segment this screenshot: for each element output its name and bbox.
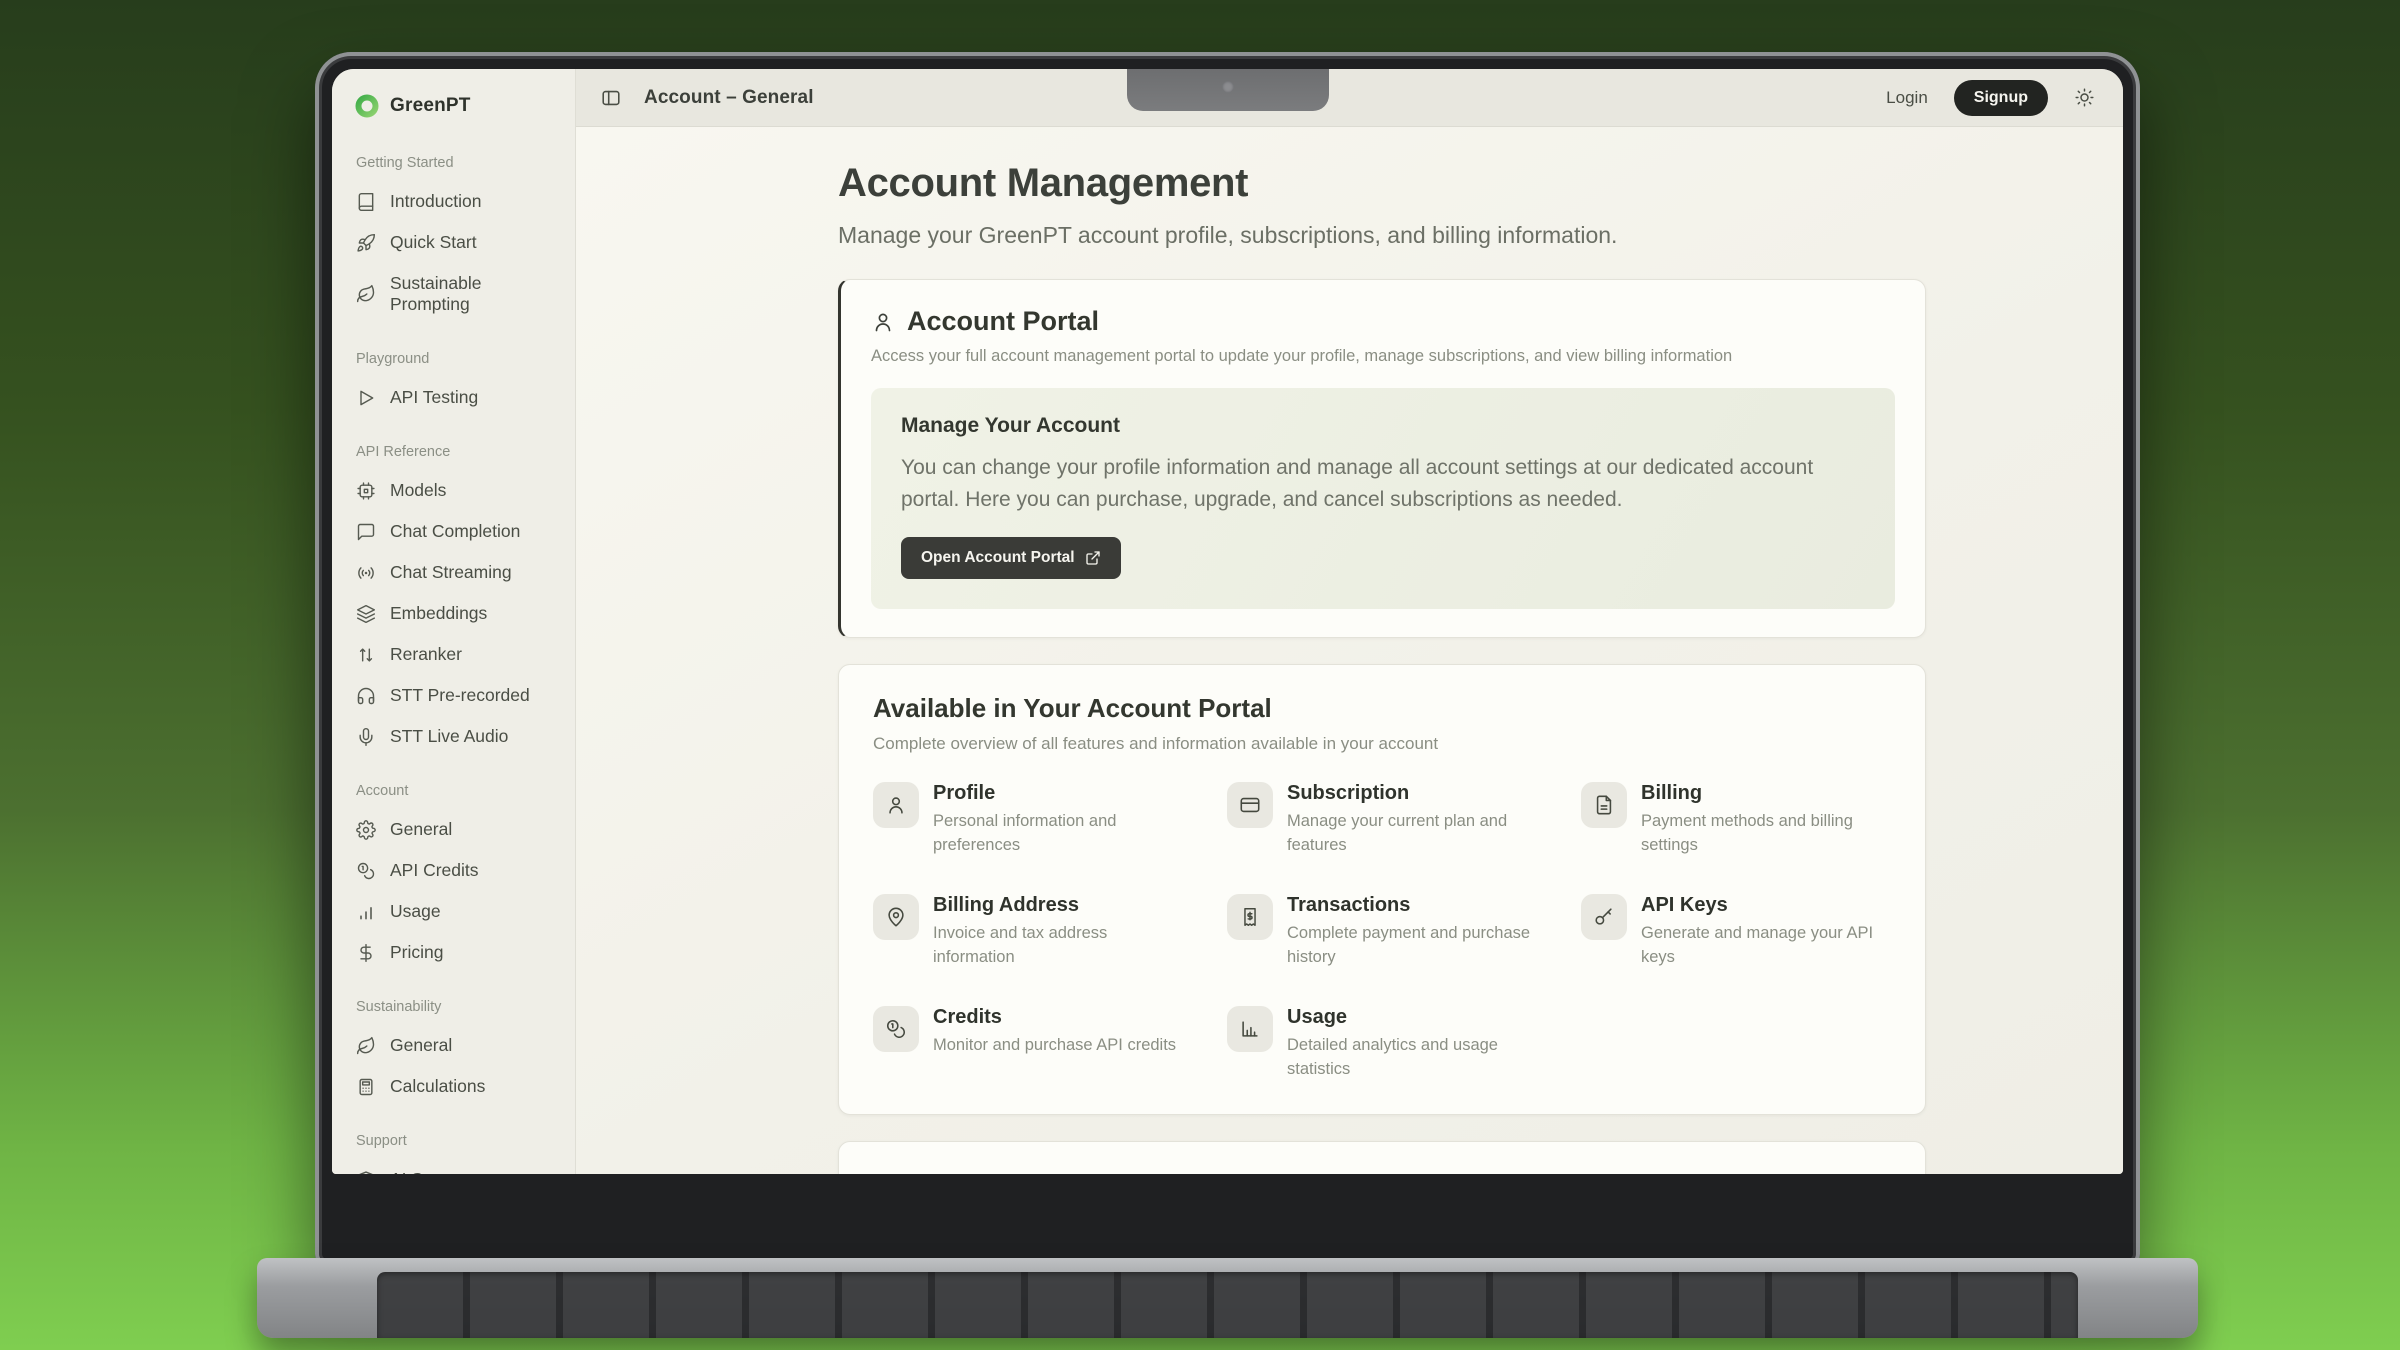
sidebar-item-ai-scan[interactable]: AI Scan bbox=[352, 1159, 559, 1174]
feature-api-keys: API Keys Generate and manage your API ke… bbox=[1581, 894, 1891, 970]
login-link[interactable]: Login bbox=[1886, 88, 1928, 108]
bar-chart-icon bbox=[356, 902, 376, 922]
gear-icon bbox=[356, 820, 376, 840]
play-icon bbox=[356, 388, 376, 408]
subscription-management-title: Subscription Management bbox=[873, 1172, 1891, 1174]
section-sustainability: Sustainability bbox=[356, 999, 559, 1015]
calculator-icon bbox=[356, 1077, 376, 1097]
sidebar-item-chat-completion[interactable]: Chat Completion bbox=[352, 511, 559, 552]
sort-arrows-icon bbox=[356, 645, 376, 665]
sidebar-item-embeddings[interactable]: Embeddings bbox=[352, 593, 559, 634]
sidebar-item-usage[interactable]: Usage bbox=[352, 891, 559, 932]
user-icon bbox=[885, 794, 907, 816]
account-portal-description: Access your full account management port… bbox=[871, 347, 1895, 366]
book-icon bbox=[356, 192, 376, 212]
bar-chart-axis-icon bbox=[1239, 1018, 1261, 1040]
features-card-title: Available in Your Account Portal bbox=[873, 693, 1891, 724]
feature-profile: Profile Personal information and prefere… bbox=[873, 782, 1183, 858]
page-breadcrumb-title: Account – General bbox=[644, 87, 814, 109]
app-window: GreenPT Getting Started Introduction Qui… bbox=[332, 69, 2123, 1174]
laptop-camera bbox=[1222, 81, 1234, 93]
greenpt-ring-logo bbox=[354, 93, 380, 119]
sidebar-item-api-testing[interactable]: API Testing bbox=[352, 377, 559, 418]
theme-toggle-button[interactable] bbox=[2074, 87, 2095, 108]
panel-left-icon bbox=[600, 87, 622, 109]
sidebar-item-pricing[interactable]: Pricing bbox=[352, 932, 559, 973]
sidebar-item-calculations[interactable]: Calculations bbox=[352, 1066, 559, 1107]
laptop-keyboard bbox=[377, 1272, 2078, 1338]
shield-icon bbox=[356, 1170, 376, 1175]
subscription-management-card: Subscription Management bbox=[838, 1141, 1926, 1174]
sidebar-item-quick-start[interactable]: Quick Start bbox=[352, 222, 559, 263]
sidebar-item-reranker[interactable]: Reranker bbox=[352, 634, 559, 675]
receipt-icon bbox=[1239, 906, 1261, 928]
section-getting-started: Getting Started bbox=[356, 155, 559, 171]
laptop-mockup: GreenPT Getting Started Introduction Qui… bbox=[315, 52, 2140, 1266]
leaf-icon bbox=[356, 1036, 376, 1056]
sidebar-item-stt-prerecorded[interactable]: STT Pre-recorded bbox=[352, 675, 559, 716]
brand-name: GreenPT bbox=[390, 95, 471, 117]
sidebar-item-chat-streaming[interactable]: Chat Streaming bbox=[352, 552, 559, 593]
open-account-portal-button[interactable]: Open Account Portal bbox=[901, 537, 1121, 579]
account-portal-card: Account Portal Access your full account … bbox=[838, 279, 1926, 638]
key-icon bbox=[1593, 906, 1615, 928]
sun-icon bbox=[2074, 87, 2095, 108]
broadcast-icon bbox=[356, 563, 376, 583]
available-features-card: Available in Your Account Portal Complet… bbox=[838, 664, 1926, 1115]
section-support: Support bbox=[356, 1133, 559, 1149]
feature-transactions: Transactions Complete payment and purcha… bbox=[1227, 894, 1537, 970]
page-subtitle: Manage your GreenPT account profile, sub… bbox=[838, 222, 1926, 249]
signup-button[interactable]: Signup bbox=[1954, 80, 2048, 116]
features-grid: Profile Personal information and prefere… bbox=[873, 782, 1891, 1082]
chip-icon bbox=[356, 481, 376, 501]
sidebar-item-introduction[interactable]: Introduction bbox=[352, 181, 559, 222]
chat-bubble-icon bbox=[356, 522, 376, 542]
laptop-keyboard-deck bbox=[257, 1258, 2198, 1338]
headphones-icon bbox=[356, 686, 376, 706]
feature-usage: Usage Detailed analytics and usage stati… bbox=[1227, 1006, 1537, 1082]
sidebar-toggle-button[interactable] bbox=[600, 87, 622, 109]
laptop-screen-bezel: GreenPT Getting Started Introduction Qui… bbox=[315, 52, 2140, 1266]
manage-account-panel: Manage Your Account You can change your … bbox=[871, 388, 1895, 609]
topbar: Account – General Login Signup bbox=[576, 69, 2123, 127]
account-portal-title: Account Portal bbox=[907, 306, 1099, 337]
sidebar-item-sustainability-general[interactable]: General bbox=[352, 1025, 559, 1066]
rocket-icon bbox=[356, 233, 376, 253]
section-api-reference: API Reference bbox=[356, 444, 559, 460]
dollar-icon bbox=[356, 943, 376, 963]
feature-subscription: Subscription Manage your current plan an… bbox=[1227, 782, 1537, 858]
feature-credits: Credits Monitor and purchase API credits bbox=[873, 1006, 1183, 1082]
document-icon bbox=[1593, 794, 1615, 816]
coins-icon bbox=[885, 1018, 907, 1040]
sidebar-item-models[interactable]: Models bbox=[352, 470, 559, 511]
feature-billing-address: Billing Address Invoice and tax address … bbox=[873, 894, 1183, 970]
manage-account-body: You can change your profile information … bbox=[901, 452, 1861, 515]
external-link-icon bbox=[1085, 550, 1101, 566]
main-content: Account Management Manage your GreenPT a… bbox=[576, 127, 2123, 1174]
features-card-subtitle: Complete overview of all features and in… bbox=[873, 734, 1891, 754]
brand: GreenPT bbox=[352, 89, 559, 129]
sidebar: GreenPT Getting Started Introduction Qui… bbox=[332, 69, 576, 1174]
sidebar-item-stt-live-audio[interactable]: STT Live Audio bbox=[352, 716, 559, 757]
sidebar-item-sustainable-prompting[interactable]: Sustainable Prompting bbox=[352, 263, 559, 325]
sidebar-item-api-credits[interactable]: API Credits bbox=[352, 850, 559, 891]
page-title: Account Management bbox=[838, 161, 1926, 206]
laptop-notch bbox=[1127, 69, 1329, 111]
manage-account-title: Manage Your Account bbox=[901, 414, 1865, 438]
coins-icon bbox=[356, 861, 376, 881]
leaf-icon bbox=[356, 284, 376, 304]
user-icon bbox=[871, 310, 895, 334]
layers-icon bbox=[356, 604, 376, 624]
credit-card-icon bbox=[1239, 794, 1261, 816]
section-playground: Playground bbox=[356, 351, 559, 367]
sidebar-item-account-general[interactable]: General bbox=[352, 809, 559, 850]
map-pin-icon bbox=[885, 906, 907, 928]
section-account: Account bbox=[356, 783, 559, 799]
microphone-icon bbox=[356, 727, 376, 747]
feature-billing: Billing Payment methods and billing sett… bbox=[1581, 782, 1891, 858]
